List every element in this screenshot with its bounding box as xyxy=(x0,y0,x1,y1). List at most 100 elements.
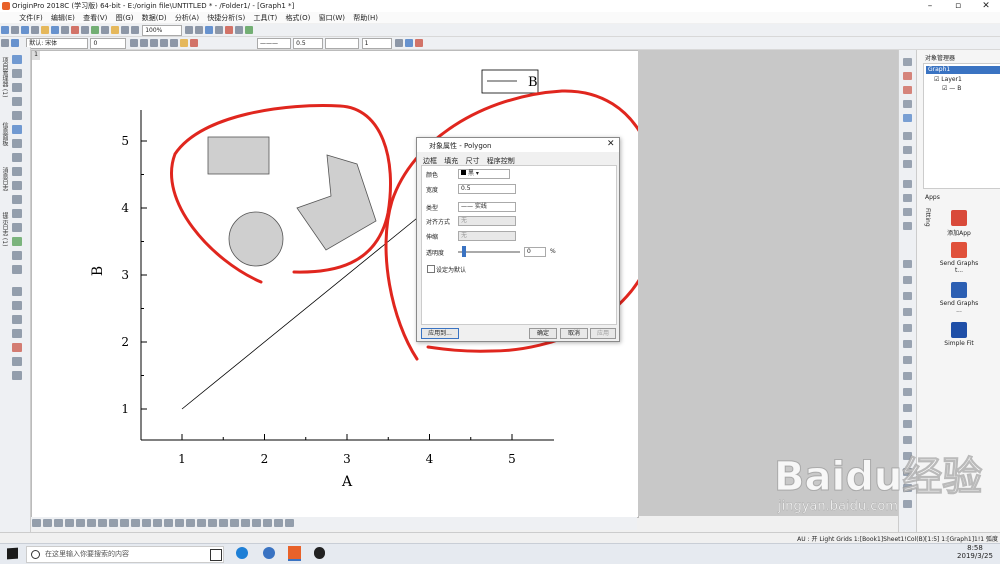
object-icon[interactable] xyxy=(903,114,912,122)
menu-file[interactable]: 文件(F) xyxy=(16,12,46,24)
menu-quick-analysis[interactable]: 快捷分析(S) xyxy=(204,12,248,24)
new-project-icon[interactable] xyxy=(1,26,9,34)
tree-layer1[interactable]: ☑ Layer1 xyxy=(934,76,962,83)
line-num-select[interactable]: 1 xyxy=(361,38,392,49)
draw-data-icon[interactable] xyxy=(12,139,22,148)
legend-tool-icon[interactable] xyxy=(164,519,173,527)
insert-table-icon[interactable] xyxy=(12,329,22,338)
graph-icon[interactable] xyxy=(903,100,912,108)
copy-icon[interactable] xyxy=(81,26,89,34)
arrange-tool-icon[interactable] xyxy=(903,146,912,154)
arrow-tool-icon[interactable] xyxy=(12,181,22,190)
draw-icon[interactable] xyxy=(903,58,912,66)
style-icon[interactable] xyxy=(11,39,19,47)
align-left-icon[interactable] xyxy=(219,519,228,527)
duplicate-icon[interactable] xyxy=(101,26,109,34)
grid-icon[interactable] xyxy=(394,39,403,47)
menu-window[interactable]: 窗口(W) xyxy=(316,12,348,24)
zoom-tool-icon[interactable] xyxy=(12,69,22,78)
line-tool-icon[interactable] xyxy=(12,265,22,274)
close-window-button[interactable]: ✕ xyxy=(972,0,1000,12)
transparency-track[interactable] xyxy=(458,251,520,253)
line-plot-icon[interactable] xyxy=(32,519,41,527)
tab-border[interactable]: 边框 xyxy=(423,157,437,165)
tool-h-icon[interactable] xyxy=(903,372,912,380)
tool-k-icon[interactable] xyxy=(903,420,912,428)
3d-plot-icon[interactable] xyxy=(98,519,107,527)
refresh-icon[interactable] xyxy=(91,26,99,34)
pointer-tool-icon[interactable] xyxy=(12,55,22,64)
line-width-select[interactable]: 0.5 xyxy=(293,38,324,49)
area-plot-icon[interactable] xyxy=(76,519,85,527)
tree-plot-b[interactable]: ☑ — B xyxy=(942,85,961,92)
menu-tools[interactable]: 工具(T) xyxy=(250,12,280,24)
new-workbook-icon[interactable] xyxy=(11,26,19,34)
align-tool-icon[interactable] xyxy=(903,160,912,168)
fill-color-icon[interactable] xyxy=(179,39,188,47)
print-icon[interactable] xyxy=(71,26,79,34)
line-type-select[interactable]: —— 实线 xyxy=(458,202,516,212)
front-icon[interactable] xyxy=(903,180,912,188)
tab-size[interactable]: 尺寸 xyxy=(465,157,479,165)
same-height-icon[interactable] xyxy=(274,519,283,527)
tool-j-icon[interactable] xyxy=(903,404,912,412)
format-icon[interactable] xyxy=(1,39,9,47)
contour-plot-icon[interactable] xyxy=(109,519,118,527)
code-builder-icon[interactable] xyxy=(111,26,119,34)
zoom-select[interactable]: 100% xyxy=(142,25,183,36)
import-icon[interactable] xyxy=(61,26,69,34)
rescale-icon[interactable] xyxy=(205,26,214,34)
grid-tool-icon[interactable] xyxy=(12,371,22,380)
text-tool-icon[interactable] xyxy=(12,167,22,176)
line-style-select[interactable]: ——— xyxy=(256,38,291,49)
tool-i-icon[interactable] xyxy=(903,388,912,396)
save-icon[interactable] xyxy=(51,26,59,34)
zoom-out-tool-icon[interactable] xyxy=(12,83,22,92)
layer-icon[interactable] xyxy=(215,26,224,34)
polygon-shape[interactable] xyxy=(296,154,377,251)
add-text-icon[interactable] xyxy=(245,26,254,34)
template-icon[interactable] xyxy=(131,519,140,527)
browser-icon[interactable] xyxy=(263,547,275,559)
info-panel-tab[interactable]: 信息面板 xyxy=(1,122,9,146)
ok-button[interactable]: 确定 xyxy=(529,328,557,339)
scale-select[interactable]: 无 xyxy=(458,231,516,241)
font-size-select[interactable]: 0 xyxy=(90,38,127,49)
menu-graph[interactable]: 图(G) xyxy=(113,12,137,24)
scatter-plot-icon[interactable] xyxy=(43,519,52,527)
menu-edit[interactable]: 编辑(E) xyxy=(48,12,78,24)
tab-fill[interactable]: 填充 xyxy=(444,157,458,165)
menu-view[interactable]: 查看(V) xyxy=(80,12,110,24)
project-explorer-tab[interactable]: 项目管理器 (1) xyxy=(1,57,9,97)
tool-g-icon[interactable] xyxy=(903,356,912,364)
series-line-B[interactable] xyxy=(181,207,430,410)
color-select[interactable]: 黑 ▾ xyxy=(458,169,510,179)
merge-icon[interactable] xyxy=(225,26,234,34)
results-log-icon[interactable] xyxy=(121,26,129,34)
axis-icon[interactable] xyxy=(153,519,162,527)
arrange-icon[interactable] xyxy=(235,26,244,34)
align-select[interactable]: 无 xyxy=(458,216,516,226)
app-send-graphs-1[interactable]: Send Graphs t... xyxy=(937,242,981,274)
data-selector-icon[interactable] xyxy=(12,287,22,296)
default-checkbox[interactable] xyxy=(427,265,435,273)
dialog-title-bar[interactable]: 对象属性 - Polygon ✕ xyxy=(417,138,619,152)
open-icon[interactable] xyxy=(41,26,49,34)
ungroup-icon[interactable] xyxy=(903,222,912,230)
tool-l-icon[interactable] xyxy=(903,436,912,444)
superscript-icon[interactable] xyxy=(159,39,168,47)
zoom-in-icon[interactable] xyxy=(185,26,194,34)
app-simple-fit[interactable]: Simple Fit xyxy=(937,322,981,347)
menu-format[interactable]: 格式(O) xyxy=(282,12,313,24)
tool-a-icon[interactable] xyxy=(903,260,912,268)
rectangle-tool-icon[interactable] xyxy=(12,209,22,218)
pie-plot-icon[interactable] xyxy=(87,519,96,527)
windows-start-icon[interactable] xyxy=(7,547,18,560)
line-pattern-select[interactable] xyxy=(325,38,360,49)
column-plot-icon[interactable] xyxy=(65,519,74,527)
menu-data[interactable]: 数据(D) xyxy=(139,12,170,24)
polygon-tool-icon[interactable] xyxy=(12,237,22,246)
multi-panel-icon[interactable] xyxy=(142,519,151,527)
dialog-close-icon[interactable]: ✕ xyxy=(607,139,615,149)
rectangle-shape[interactable] xyxy=(207,136,270,175)
